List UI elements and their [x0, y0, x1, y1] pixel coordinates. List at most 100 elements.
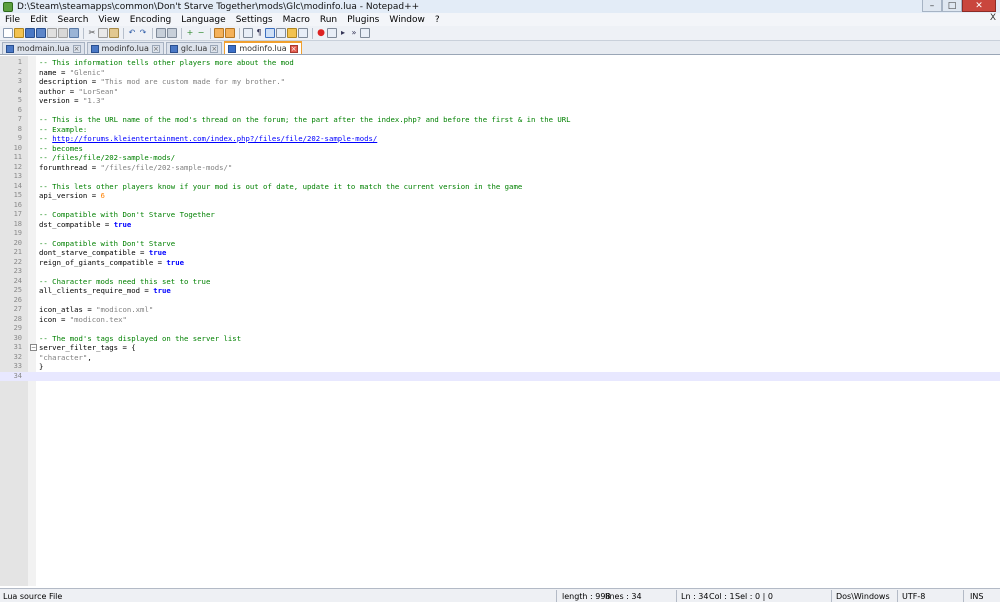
play-macro-icon[interactable]: ▸ — [338, 28, 348, 38]
run-macro-multiple-icon[interactable]: » — [349, 28, 359, 38]
stop-macro-icon[interactable] — [327, 28, 337, 38]
tab-modmain[interactable]: modmain.lua × — [2, 42, 85, 54]
code-line[interactable]: 17 -- Compatible with Don't Starve Togeth… — [0, 210, 1000, 220]
code-line[interactable]: 31 − server_filter_tags = { — [0, 343, 1000, 353]
fold-toggle-icon[interactable]: − — [30, 344, 37, 351]
code-line[interactable]: 4 author = "LorSean" — [0, 87, 1000, 97]
code-text[interactable]: description = "This mod are custom made … — [39, 77, 285, 87]
replace-icon[interactable] — [167, 28, 177, 38]
code-line[interactable]: 10 -- becomes — [0, 144, 1000, 154]
code-line[interactable]: 32 "character", — [0, 353, 1000, 363]
code-line[interactable]: 12 forumthread = "/files/file/202-sample-… — [0, 163, 1000, 173]
undo-icon[interactable]: ↶ — [127, 28, 137, 38]
code-text[interactable]: } — [39, 362, 43, 372]
code-line[interactable]: 28 icon = "modicon.tex" — [0, 315, 1000, 325]
code-line[interactable]: 33} — [0, 362, 1000, 372]
code-text[interactable]: -- This is the URL name of the mod's thr… — [39, 115, 571, 125]
close-button[interactable]: ✕ — [962, 0, 996, 12]
minimize-button[interactable]: – — [922, 0, 942, 12]
code-line[interactable]: 6 — [0, 106, 1000, 116]
code-line[interactable]: 23 — [0, 267, 1000, 277]
code-text[interactable]: dst_compatible = true — [39, 220, 131, 230]
menu-encoding[interactable]: Encoding — [125, 15, 176, 25]
close-all-icon[interactable] — [58, 28, 68, 38]
menu-help[interactable]: ? — [430, 15, 445, 25]
open-file-icon[interactable] — [14, 28, 24, 38]
code-line[interactable]: 25 all_clients_require_mod = true — [0, 286, 1000, 296]
menu-edit[interactable]: Edit — [25, 15, 52, 25]
menu-plugins[interactable]: Plugins — [342, 15, 384, 25]
save-macro-icon[interactable] — [360, 28, 370, 38]
code-text[interactable]: -- The mod's tags displayed on the serve… — [39, 334, 241, 344]
zoom-in-icon[interactable]: + — [185, 28, 195, 38]
cut-icon[interactable]: ✂ — [87, 28, 97, 38]
menu-search[interactable]: Search — [53, 15, 94, 25]
token-link[interactable]: http://forums.kleientertainment.com/inde… — [52, 134, 377, 143]
tab-modinfo-1[interactable]: modinfo.lua × — [86, 42, 164, 54]
code-text[interactable]: -- Compatible with Don't Starve — [39, 239, 175, 249]
code-line[interactable]: 11 -- /files/file/202-sample-mods/ — [0, 153, 1000, 163]
code-line[interactable]: 16 — [0, 201, 1000, 211]
save-icon[interactable] — [25, 28, 35, 38]
menu-file[interactable]: File — [0, 15, 25, 25]
code-line[interactable]: 18 dst_compatible = true — [0, 220, 1000, 230]
copy-icon[interactable] — [98, 28, 108, 38]
code-text[interactable]: "character", — [39, 353, 92, 363]
find-icon[interactable] — [156, 28, 166, 38]
code-text[interactable]: -- /files/file/202-sample-mods/ — [39, 153, 175, 163]
function-list-icon[interactable] — [298, 28, 308, 38]
save-all-icon[interactable] — [36, 28, 46, 38]
redo-icon[interactable]: ↷ — [138, 28, 148, 38]
sync-horizontal-icon[interactable] — [225, 28, 235, 38]
zoom-out-icon[interactable]: − — [196, 28, 206, 38]
code-line[interactable]: 19 — [0, 229, 1000, 239]
close-document-x[interactable]: X — [990, 13, 996, 23]
code-line[interactable]: 26 — [0, 296, 1000, 306]
code-line[interactable]: 21 dont_starve_compatible = true — [0, 248, 1000, 258]
menu-window[interactable]: Window — [384, 15, 430, 25]
tab-glc[interactable]: glc.lua × — [165, 42, 223, 54]
status-insert-mode[interactable]: INS — [970, 590, 983, 602]
close-tab-icon[interactable]: × — [210, 44, 219, 53]
code-text[interactable]: dont_starve_compatible = true — [39, 248, 166, 258]
close-tab-icon[interactable]: × — [72, 44, 81, 53]
code-line[interactable]: 29 — [0, 324, 1000, 334]
tab-modinfo-active[interactable]: modinfo.lua × — [224, 41, 302, 54]
menu-run[interactable]: Run — [315, 15, 342, 25]
maximize-button[interactable]: □ — [942, 0, 962, 12]
code-text[interactable]: all_clients_require_mod = true — [39, 286, 171, 296]
record-macro-icon[interactable]: ● — [316, 28, 326, 38]
print-icon[interactable] — [69, 28, 79, 38]
user-language-icon[interactable] — [276, 28, 286, 38]
code-text[interactable]: -- Example: — [39, 125, 87, 135]
code-line[interactable]: 7 -- This is the URL name of the mod's th… — [0, 115, 1000, 125]
code-text[interactable]: name = "Glenic" — [39, 68, 105, 78]
code-text[interactable]: icon_atlas = "modicon.xml" — [39, 305, 153, 315]
show-all-chars-icon[interactable]: ¶ — [254, 28, 264, 38]
code-text[interactable]: -- This lets other players know if your … — [39, 182, 522, 192]
editor-area[interactable]: 1 -- This information tells other players… — [0, 56, 1000, 586]
code-text[interactable]: author = "LorSean" — [39, 87, 118, 97]
code-line[interactable]: 3 description = "This mod are custom made… — [0, 77, 1000, 87]
new-file-icon[interactable] — [3, 28, 13, 38]
sync-vertical-icon[interactable] — [214, 28, 224, 38]
code-line[interactable]: 20 -- Compatible with Don't Starve — [0, 239, 1000, 249]
doc-map-icon[interactable] — [287, 28, 297, 38]
code-line[interactable]: 9 -- http://forums.kleientertainment.com/… — [0, 134, 1000, 144]
close-tab-icon[interactable]: × — [289, 44, 298, 53]
code-text[interactable]: -- becomes — [39, 144, 83, 154]
paste-icon[interactable] — [109, 28, 119, 38]
code-line[interactable]: 24 -- Character mods need this set to tru… — [0, 277, 1000, 287]
indent-guide-icon[interactable] — [265, 28, 275, 38]
status-eol[interactable]: Dos\Windows — [836, 590, 890, 602]
code-line[interactable]: 2 name = "Glenic" — [0, 68, 1000, 78]
code-lines[interactable]: 1 -- This information tells other players… — [0, 58, 1000, 381]
word-wrap-icon[interactable] — [243, 28, 253, 38]
code-line[interactable]: 34 — [0, 371, 1000, 381]
code-text[interactable]: -- Compatible with Don't Starve Together — [39, 210, 215, 220]
code-line[interactable]: 8 -- Example: — [0, 125, 1000, 135]
close-tab-icon[interactable]: × — [151, 44, 160, 53]
code-text[interactable]: -- This information tells other players … — [39, 58, 294, 68]
close-file-icon[interactable] — [47, 28, 57, 38]
code-line[interactable]: 5 version = "1.3" — [0, 96, 1000, 106]
